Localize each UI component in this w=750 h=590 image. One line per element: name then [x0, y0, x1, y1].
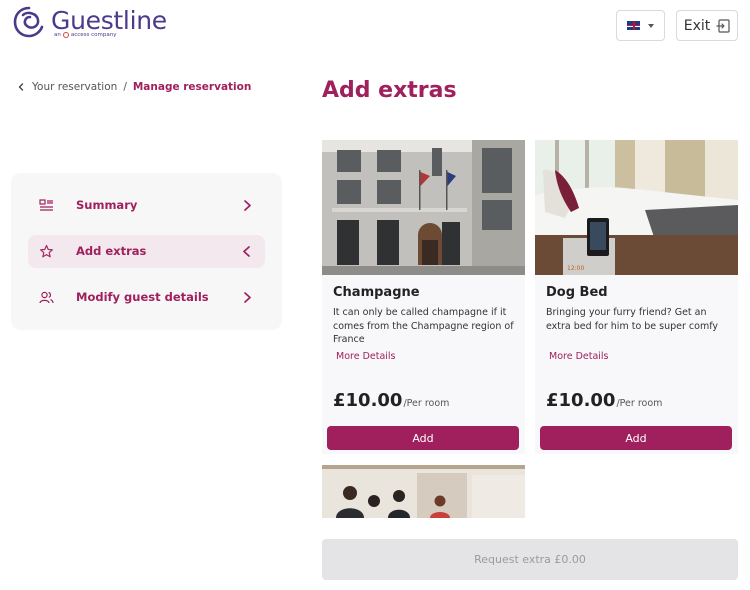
- more-details-link[interactable]: More Details: [336, 351, 396, 362]
- sidebar-item-label: Modify guest details: [76, 290, 209, 304]
- extra-description: Bringing your furry friend? Get an extra…: [546, 307, 719, 332]
- request-extra-button[interactable]: Request extra £0.00: [322, 539, 738, 580]
- language-selector[interactable]: [616, 10, 665, 41]
- add-extra-button[interactable]: Add: [327, 426, 519, 450]
- users-icon: [39, 291, 54, 304]
- exit-label: Exit: [683, 17, 711, 34]
- page-title: Add extras: [322, 78, 457, 103]
- breadcrumb: Your reservation / Manage reservation: [16, 81, 251, 93]
- list-icon: [39, 199, 53, 211]
- access-ring-icon: [62, 32, 69, 38]
- tagline-suffix: access company: [70, 32, 117, 38]
- sidebar-item-label: Summary: [76, 198, 138, 212]
- extra-card-meeting-image[interactable]: [322, 465, 525, 518]
- exit-icon: [716, 18, 730, 33]
- extra-price: £10.00 /Per room: [546, 390, 662, 411]
- sidebar-item-label: Add extras: [76, 244, 147, 258]
- extra-title: Dog Bed: [546, 285, 608, 300]
- chevron-right-icon: [244, 200, 251, 211]
- chevron-left-icon: [243, 246, 250, 257]
- sidebar-item-add-extras[interactable]: Add extras: [28, 235, 265, 268]
- sidebar-item-summary[interactable]: Summary: [28, 189, 265, 222]
- exit-button[interactable]: Exit: [676, 10, 738, 41]
- breadcrumb-current: Manage reservation: [132, 81, 252, 93]
- uk-flag-icon: [627, 21, 640, 30]
- brand-name: Guestline: [51, 6, 167, 35]
- sidebar: Summary Add extras Modify guest details: [11, 173, 282, 330]
- price-unit: /Per room: [616, 398, 663, 409]
- champagne-hotel-facade-image[interactable]: [322, 140, 525, 275]
- guestline-logo[interactable]: Guestline an access company: [11, 5, 181, 43]
- star-icon: [40, 244, 53, 258]
- dog-bed-hotel-room-image[interactable]: 12:00: [535, 140, 738, 275]
- extra-description: It can only be called champagne if it co…: [333, 307, 514, 345]
- extra-price: £10.00 /Per room: [333, 390, 449, 411]
- breadcrumb-parent[interactable]: Your reservation: [32, 81, 117, 93]
- chevron-right-icon: [244, 292, 251, 303]
- price-unit: /Per room: [403, 398, 450, 409]
- add-extra-button[interactable]: Add: [540, 426, 732, 450]
- chevron-left-icon[interactable]: [16, 82, 26, 92]
- guestline-logo-mark-icon: [13, 6, 44, 38]
- breadcrumb-separator: /: [123, 81, 127, 93]
- svg-text:12:00: 12:00: [567, 265, 584, 272]
- chevron-down-icon: [648, 23, 654, 28]
- extra-title: Champagne: [333, 285, 420, 300]
- sidebar-item-modify-guest-details[interactable]: Modify guest details: [28, 281, 265, 314]
- brand-tagline: an access company: [54, 32, 117, 38]
- more-details-link[interactable]: More Details: [549, 351, 609, 362]
- extra-card-champagne: Champagne It can only be called champagn…: [322, 140, 525, 454]
- tagline-prefix: an: [54, 32, 61, 38]
- price-value: £10.00: [546, 390, 616, 411]
- extra-card-dog-bed: 12:00 Dog Bed Bringing your furry friend…: [535, 140, 738, 454]
- price-value: £10.00: [333, 390, 403, 411]
